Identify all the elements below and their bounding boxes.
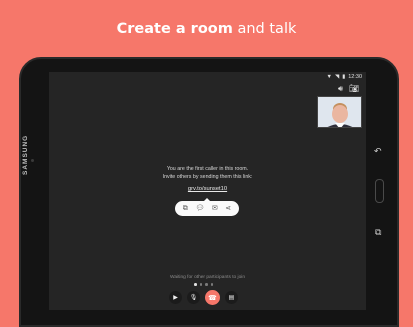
headline-bold: Create a room [116,21,233,37]
app-screen: ▼ ◥ ▮ 12:30 🔊︎ 📷︎ You are the first call… [49,72,366,310]
share-icon[interactable]: ⋖ [225,205,231,212]
chat-icon[interactable]: ▤ [225,291,238,304]
video-off-icon[interactable]: ▶ [169,291,182,304]
signal-icon: ▼ [326,74,332,80]
mic-off-icon[interactable]: 🎙︎ [187,291,200,304]
self-video[interactable] [317,96,362,128]
battery-icon: ▮ [342,74,346,80]
carousel-dot [199,283,202,286]
top-controls: 🔊︎ 📷︎ [338,85,359,93]
carousel-dot [194,283,197,286]
status-bar: ▼ ◥ ▮ 12:30 [327,74,362,80]
speaker-icon[interactable]: 🔊︎ [338,85,343,93]
chat-icon[interactable]: 💬︎ [195,205,204,212]
status-time: 12:30 [348,74,362,80]
message-line-1: You are the first caller in this room. [166,166,249,172]
message-line-2: Invite others by sending them this link: [162,174,253,180]
hang-up-icon[interactable]: ☎ [205,290,220,305]
carousel-dot [210,283,213,286]
headline: Create a room and talk [0,21,413,37]
share-actions: ⧉ 💬︎ ✉ ⋖ [175,198,239,216]
camera-switch-icon[interactable]: 📷︎ [349,85,359,93]
waiting-text: Waiting for other participants to join [169,275,245,280]
headline-rest: and talk [237,21,297,37]
recents-icon[interactable]: ⧉ [375,227,381,238]
home-button[interactable] [375,179,384,203]
call-controls: ▶ 🎙︎ ☎ ▤ [169,290,238,305]
back-icon[interactable]: ↶ [374,146,382,157]
first-caller-message: You are the first caller in this room. I… [49,165,366,181]
room-link[interactable]: grv.to/sunset10 [49,186,366,192]
sms-icon[interactable]: ✉ [212,205,218,212]
self-video-image [318,97,361,127]
brand-logo: SAMSUNG [22,134,29,175]
copy-icon[interactable]: ⧉ [183,205,188,212]
carousel-dots [194,283,213,286]
front-camera [31,159,34,162]
wifi-icon: ◥ [334,74,340,80]
carousel-dot [205,283,208,286]
